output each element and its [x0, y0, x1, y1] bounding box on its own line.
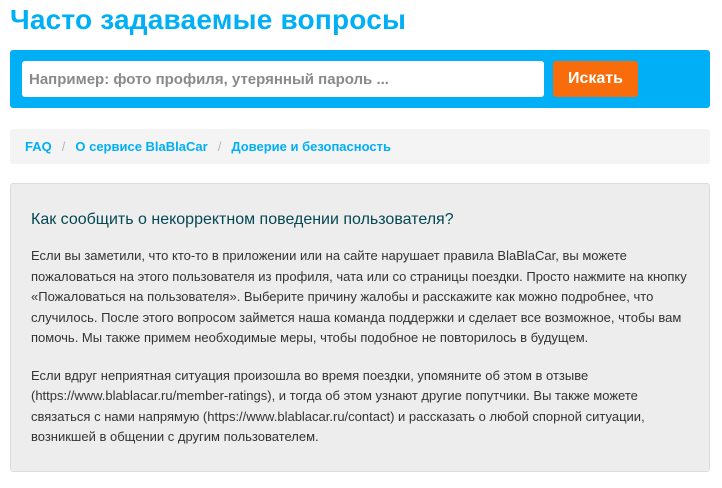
- search-button[interactable]: Искать: [553, 61, 638, 97]
- article-paragraph: Если вдруг неприятная ситуация произошла…: [31, 367, 645, 445]
- breadcrumb: FAQ / О сервисе BlaBlaCar / Доверие и бе…: [10, 129, 710, 164]
- search-bar: Искать: [10, 50, 710, 108]
- faq-article: Как сообщить о некорректном поведении по…: [10, 183, 710, 472]
- page-title: Часто задаваемые вопросы: [10, 4, 407, 35]
- breadcrumb-link-faq[interactable]: FAQ: [25, 139, 52, 154]
- search-input[interactable]: [22, 61, 544, 97]
- breadcrumb-link-about[interactable]: О сервисе BlaBlaCar: [75, 139, 207, 154]
- article-question: Как сообщить о некорректном поведении по…: [31, 211, 454, 228]
- breadcrumb-separator: /: [61, 139, 66, 154]
- faq-page: Часто задаваемые вопросы Искать FAQ / О …: [0, 0, 722, 488]
- breadcrumb-link-trust-safety[interactable]: Доверие и безопасность: [231, 139, 391, 154]
- article-paragraph: Если вы заметили, что кто-то в приложени…: [31, 248, 687, 345]
- breadcrumb-separator: /: [217, 139, 222, 154]
